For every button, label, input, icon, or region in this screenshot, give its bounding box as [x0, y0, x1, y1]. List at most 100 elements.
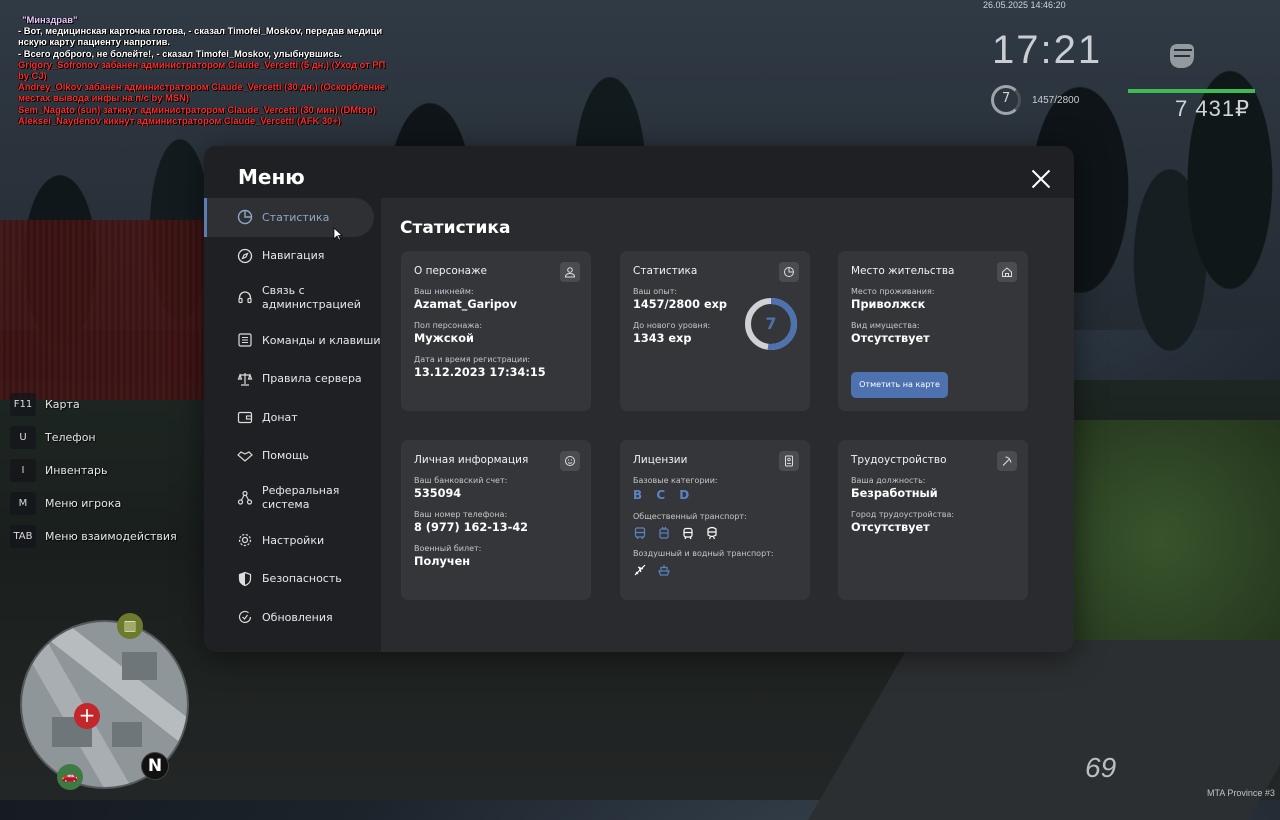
key-cap: F11	[10, 393, 36, 416]
position-label: Ваша должность:	[851, 476, 926, 485]
speedometer: 69	[1085, 752, 1117, 783]
card-title: Личная информация	[414, 454, 529, 466]
hospital-icon: +	[74, 703, 100, 729]
chat-line: - Вот, медицинская карточка готова, - ск…	[18, 25, 383, 37]
base-categories-value: B C D	[633, 488, 695, 502]
sidebar-item-navigation[interactable]: Навигация	[204, 237, 381, 276]
list-icon	[237, 332, 253, 348]
card-residence: Место жительства Место проживания: Приво…	[838, 251, 1028, 411]
bus-icon	[633, 525, 647, 539]
hud-money: 7 431₽	[1175, 96, 1251, 121]
chat-line: нскую карту пациенту напротив.	[18, 36, 170, 48]
key-cap: U	[10, 426, 36, 449]
tram-icon	[681, 525, 695, 540]
air-water-transport-icons	[633, 562, 797, 576]
public-transport-label: Общественный транспорт:	[633, 512, 747, 521]
position-value: Безработный	[851, 487, 938, 500]
chat-line: Sem_Nagato (sun) заткнут администратором…	[18, 103, 376, 115]
wallet-icon	[237, 409, 253, 425]
chat-line: Grigory_Sofronov забанен администратором…	[18, 58, 386, 70]
pie-chart-icon	[779, 262, 799, 282]
sidebar-item-security[interactable]: Безопасность	[204, 560, 381, 599]
house-icon	[997, 262, 1017, 282]
chat-line: by CJ)	[18, 70, 47, 82]
menu-title: Меню	[238, 165, 305, 189]
sidebar-item-referral[interactable]: Реферальная система	[204, 475, 381, 521]
key-hint-map: F11 Карта	[10, 388, 177, 421]
gear-icon	[237, 532, 253, 548]
public-transport-icons	[633, 525, 797, 540]
experience-label: Ваш опыт:	[633, 287, 678, 296]
key-hint-label: Инвентарь	[45, 464, 108, 477]
plane-icon	[633, 562, 647, 576]
sidebar-item-commands[interactable]: Команды и клавиши	[204, 321, 381, 360]
key-hint-label: Телефон	[45, 431, 96, 444]
hud-exp: 1457/2800	[1032, 95, 1080, 106]
military-id-value: Получен	[414, 555, 471, 568]
sidebar-item-donate[interactable]: Донат	[204, 398, 381, 437]
card-personal-info: Личная информация Ваш банковский счет: 5…	[401, 440, 591, 600]
user-icon	[560, 262, 580, 282]
phone-value: 8 (977) 162-13-42	[414, 521, 529, 534]
phone-label: Ваш номер телефона:	[414, 510, 508, 519]
network-icon	[237, 490, 253, 506]
refresh-check-icon	[237, 609, 253, 625]
health-bar	[1128, 89, 1255, 93]
card-title: Лицензии	[633, 454, 688, 466]
statistics-panel: Статистика О персонаже Ваш никнейм: Azam…	[381, 198, 1074, 652]
card-statistics: Статистика Ваш опыт: 1457/2800 exp До но…	[620, 251, 810, 411]
close-icon[interactable]	[1030, 168, 1052, 190]
sidebar-item-help[interactable]: Помощь	[204, 437, 381, 476]
card-title: Статистика	[633, 265, 698, 277]
chat-line: - Всего доброго, не болейте!, - сказал T…	[18, 47, 343, 59]
nickname-label: Ваш никнейм:	[414, 287, 474, 296]
registration-value: 13.12.2023 17:34:15	[414, 366, 546, 379]
hud-date: 26.05.2025 14:46:20	[983, 0, 1066, 10]
key-cap: I	[10, 459, 36, 482]
level-number: 7	[765, 314, 777, 333]
military-id-label: Военный билет:	[414, 544, 482, 553]
card-title: Место жительства	[851, 265, 955, 277]
chat-line: местах вывода инфы на п/с by MSN)	[18, 92, 189, 104]
card-title: Трудоустройство	[851, 454, 947, 466]
card-character: О персонаже Ваш никнейм: Azamat_Garipov …	[401, 251, 591, 411]
property-label: Вид имущества:	[851, 321, 920, 330]
residence-value: Приволжск	[851, 298, 926, 311]
key-hints: F11 Карта U Телефон I Инвентарь M Меню и…	[10, 388, 177, 553]
sidebar-item-label: Навигация	[262, 249, 325, 263]
key-hint-label: Карта	[45, 398, 80, 411]
mouse-cursor-icon	[333, 227, 343, 241]
residence-label: Место проживания:	[851, 287, 935, 296]
trolleybus-icon	[657, 525, 671, 539]
sidebar-item-statistics[interactable]: Статистика	[204, 198, 374, 237]
key-cap: TAB	[10, 525, 36, 548]
chat-line: Aleksei_Naydenov кикнут администратором …	[18, 114, 341, 126]
key-hint-label: Меню игрока	[45, 497, 122, 510]
sidebar-item-settings[interactable]: Настройки	[204, 521, 381, 560]
sidebar-item-label: Обновления	[262, 610, 333, 624]
sidebar-item-label: Безопасность	[262, 572, 342, 586]
key-hint-interaction-menu: TAB Меню взаимодействия	[10, 520, 177, 553]
sidebar-item-label: Команды и клавиши	[262, 333, 381, 347]
sidebar-item-admin-contact[interactable]: Связь с администрацией	[204, 275, 381, 321]
sidebar-item-label: Помощь	[262, 449, 309, 463]
sidebar-item-label: Настройки	[262, 533, 325, 547]
mark-on-map-button[interactable]: Отметить на карте	[851, 372, 948, 398]
smiley-icon	[560, 451, 580, 471]
shield-icon	[237, 571, 253, 587]
chat-log: "Минздрав" - Вот, медицинская карточка г…	[18, 14, 388, 126]
sidebar-item-rules[interactable]: Правила сервера	[204, 360, 381, 399]
job-city-label: Город трудоустройства:	[851, 510, 955, 519]
sidebar-item-label: Правила сервера	[262, 372, 362, 386]
server-name: MTA Province #3	[1207, 788, 1275, 798]
card-licenses: Лицензии Базовые категории: B C D Общест…	[620, 440, 810, 600]
chat-line: "Минздрав"	[22, 14, 78, 25]
metro-icon	[705, 525, 719, 540]
car-icon: 🚗	[57, 764, 83, 790]
scales-icon	[237, 371, 253, 387]
sidebar-item-updates[interactable]: Обновления	[204, 598, 381, 637]
sidebar-item-label: Реферальная система	[262, 484, 340, 511]
north-icon: N	[141, 752, 169, 780]
page-title: Статистика	[400, 218, 511, 238]
key-hint-label: Меню взаимодействия	[45, 530, 177, 543]
